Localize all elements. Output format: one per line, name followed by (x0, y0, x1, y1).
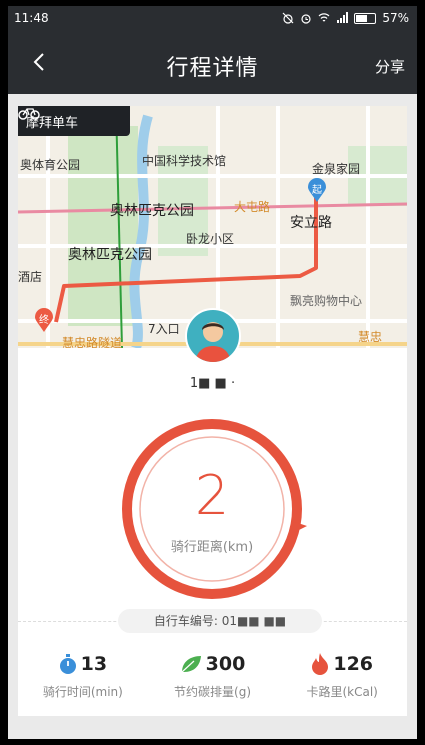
leaf-icon (181, 656, 201, 673)
distance-label: 骑行距离(km) (170, 540, 254, 555)
status-icons: 57% (282, 11, 409, 25)
map-label-cas-museum: 中国科学技术馆 (142, 154, 227, 168)
carbon-saved-value: 300 (205, 653, 246, 675)
wifi-icon (318, 13, 330, 22)
ride-time-value: 13 (80, 653, 108, 675)
bike-icon (18, 108, 40, 120)
alarm-off-icon (282, 12, 294, 24)
map-label-olympic-park-1: 奥林匹克公园 (110, 203, 194, 219)
map-label-datun-road: 大屯路 (234, 200, 271, 214)
carbon-saved-label: 节约碳排量(g) (174, 685, 251, 699)
map-label-exit7: 7入口 (148, 322, 180, 336)
device-frame: 11:48 57% 行程详情 分享 摩拜单车 奥体育公园 中国科学技术馆 金泉家… (0, 0, 425, 745)
stats-row: 13 骑行时间(min) 300 节约碳排量(g) 126 卡路里(kCal) (18, 651, 407, 711)
avatar-person-icon (195, 322, 231, 362)
map-label-sports-park: 奥体育公园 (20, 158, 81, 172)
flame-icon (312, 653, 329, 675)
map-label-jinquan: 金泉家园 (312, 162, 361, 176)
stopwatch-icon (59, 654, 76, 674)
nav-bar: 行程详情 分享 (8, 32, 417, 94)
trip-card: 摩拜单车 奥体育公园 中国科学技术馆 金泉家园 奥林匹克公园 大屯路 安立路 卧… (18, 106, 407, 716)
calories-label: 卡路里(kCal) (306, 685, 378, 699)
stat-carbon-saved: 300 节约碳排量(g) (148, 651, 278, 711)
map-label-olympic-park-2: 奥林匹克公园 (68, 247, 152, 263)
stat-calories: 126 卡路里(kCal) (277, 651, 407, 711)
map-label-wolong: 卧龙小区 (186, 232, 235, 246)
screen: 11:48 57% 行程详情 分享 摩拜单车 奥体育公园 中国科学技术馆 金泉家… (8, 6, 417, 739)
battery-percent: 57% (382, 11, 409, 25)
map-label-piaoliang: 飘亮购物中心 (290, 294, 363, 308)
map-label-anli-road: 安立路 (290, 215, 332, 231)
share-button[interactable]: 分享 (375, 56, 405, 77)
map-label-hotel: 酒店 (18, 270, 43, 284)
status-bar: 11:48 57% (8, 6, 417, 32)
ride-time-label: 骑行时间(min) (42, 685, 123, 699)
start-marker: 起 (307, 178, 327, 202)
user-name: 1■ ■ · (189, 376, 236, 391)
page-title: 行程详情 (166, 56, 259, 81)
status-time: 11:48 (14, 11, 49, 25)
map-label-huizhong-road: 慧忠路隧道 (62, 336, 123, 348)
bike-number: 自行车编号: 01■■ ■■ (118, 609, 322, 633)
calories-value: 126 (333, 653, 374, 675)
map-label-huizhong: 慧忠 (358, 330, 383, 344)
end-marker: 终 (34, 308, 54, 332)
distance-value: 2 (194, 464, 230, 527)
user-avatar[interactable] (185, 308, 241, 364)
alarm-icon (301, 14, 311, 24)
stat-ride-time: 13 骑行时间(min) (18, 651, 148, 711)
battery-icon (354, 12, 377, 24)
signal-icon (337, 12, 349, 23)
mobike-brand-badge: 摩拜单车 (18, 106, 130, 136)
distance-ring: 2 骑行距离(km) (117, 414, 307, 604)
